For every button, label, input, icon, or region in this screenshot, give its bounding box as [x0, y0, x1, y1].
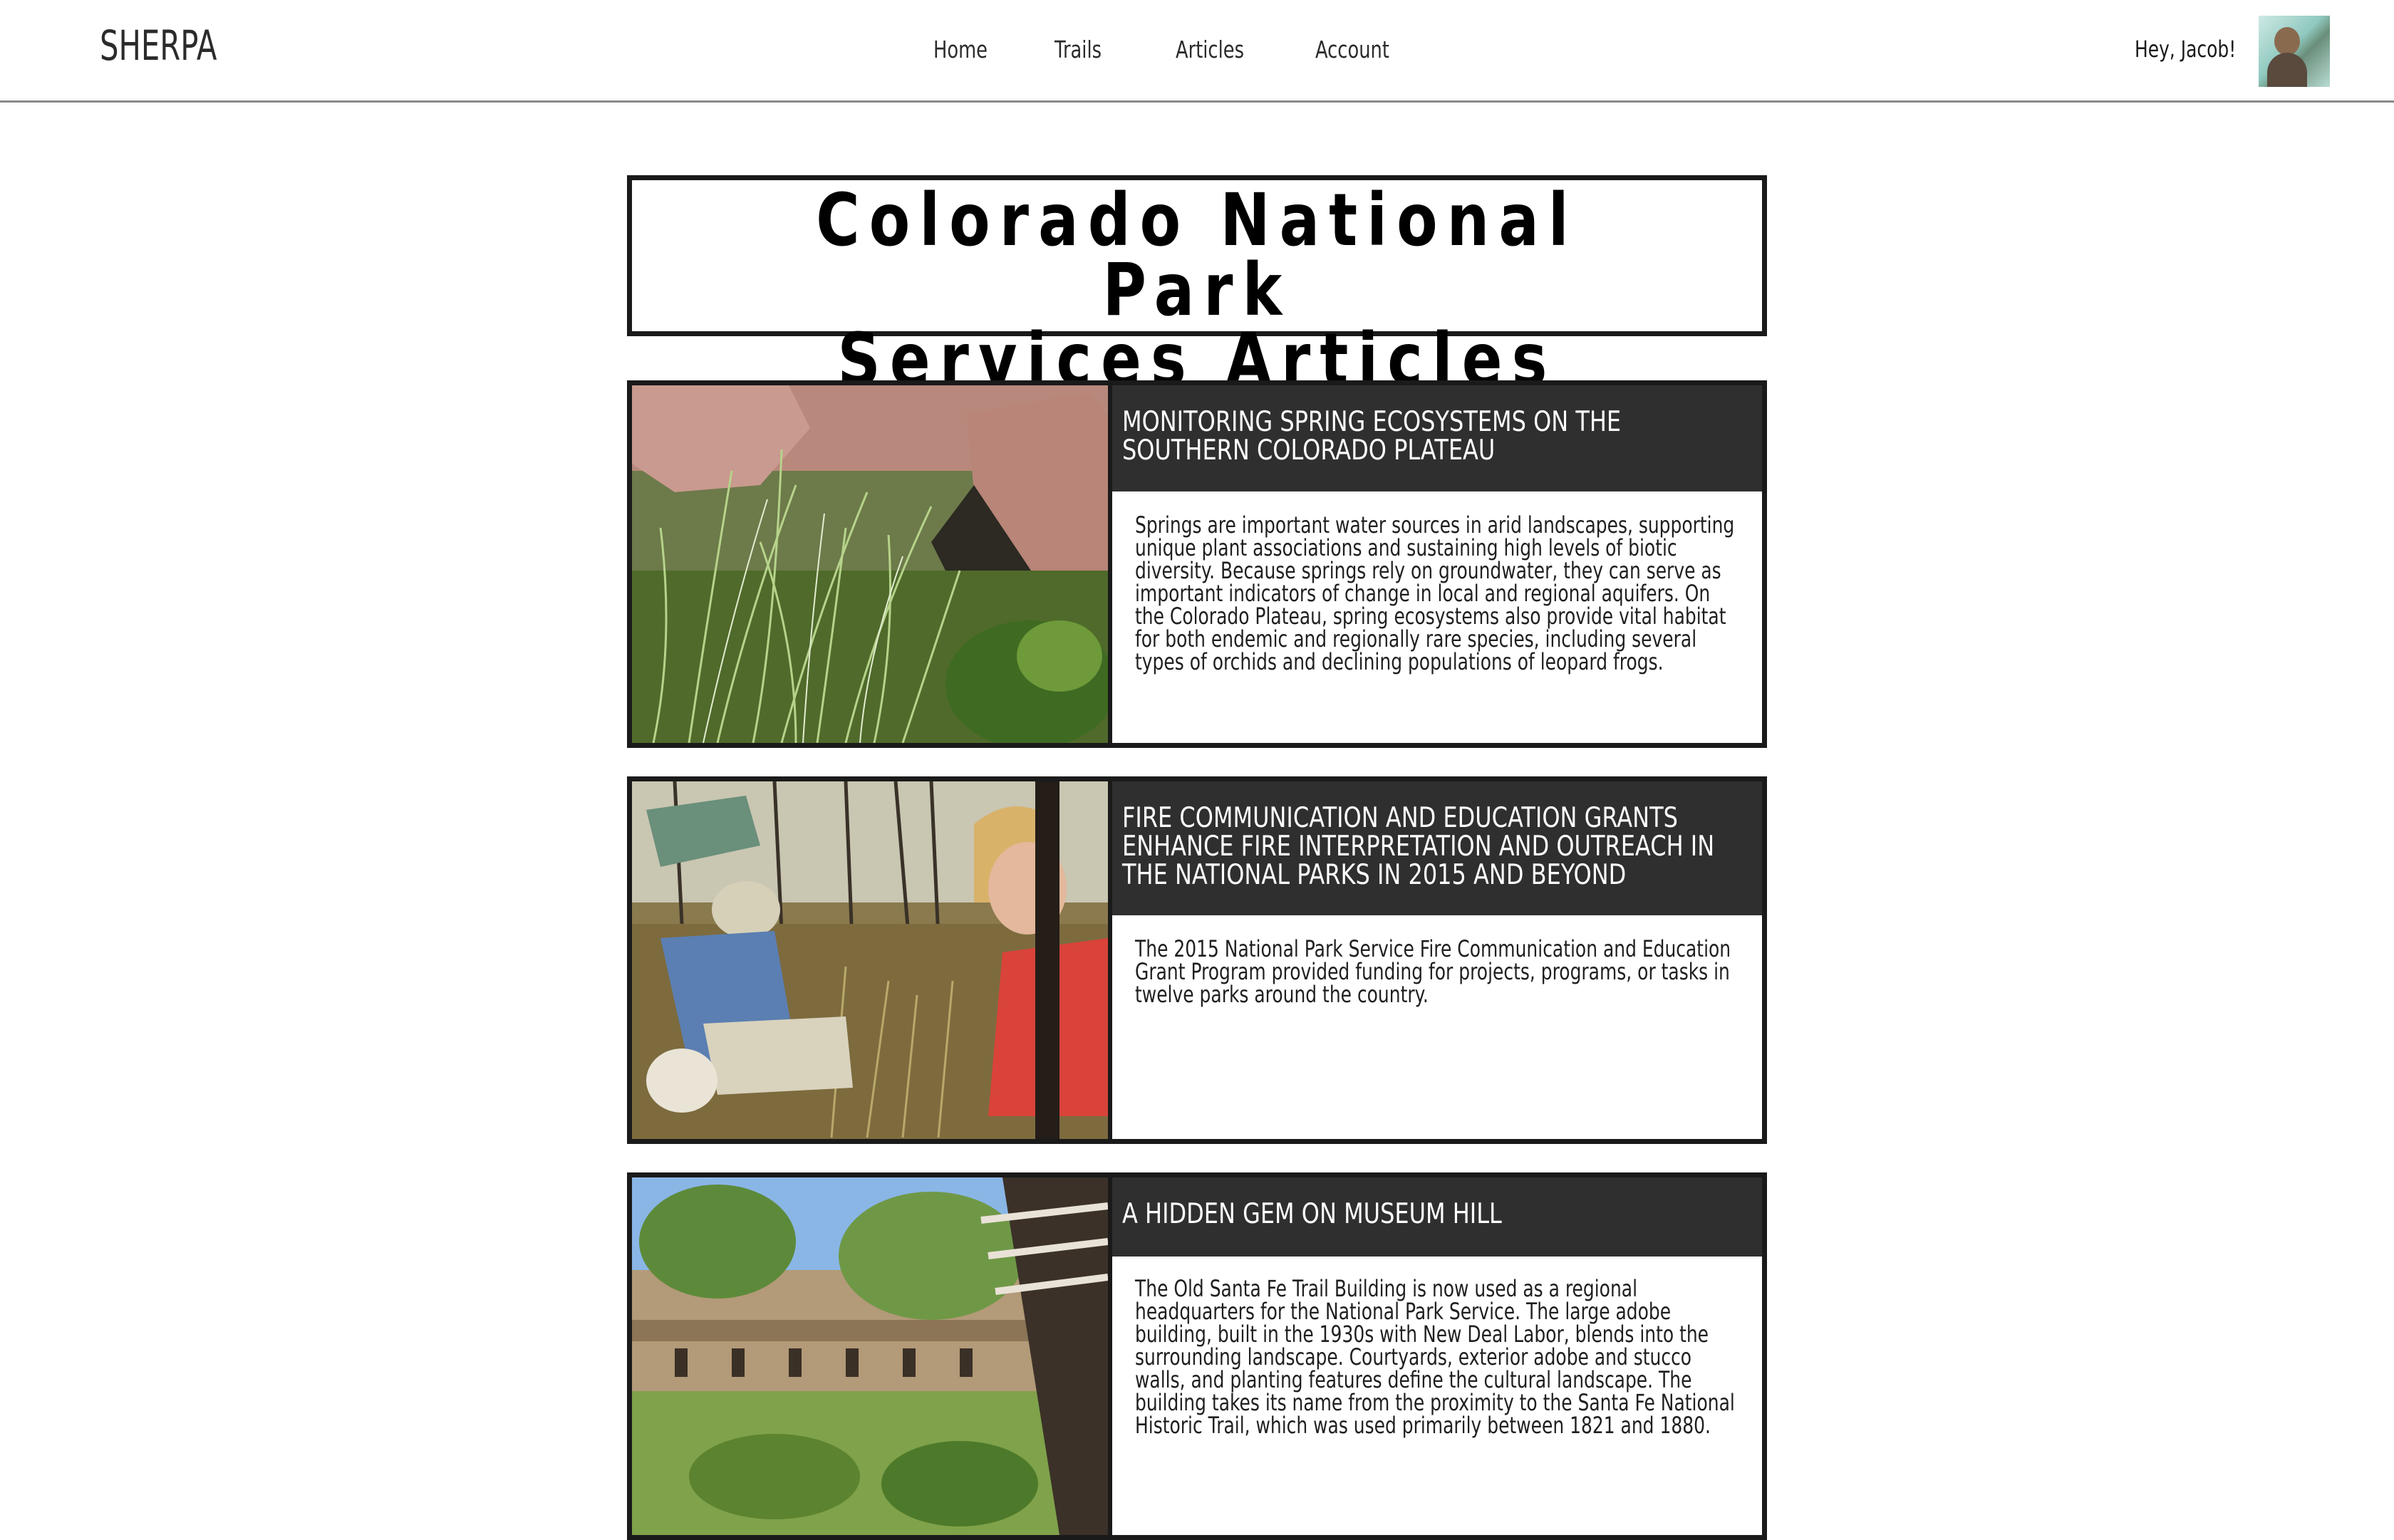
nav-home-link[interactable]: Home — [933, 36, 988, 63]
field-researchers-photo — [632, 781, 1108, 1139]
page-title-box: Colorado National Park Services Articles — [627, 175, 1767, 397]
article-card[interactable]: MONITORING SPRING ECOSYSTEMS ON THE SOUT… — [627, 380, 1767, 748]
brand-logo[interactable]: SHERPA — [100, 21, 217, 70]
article-title[interactable]: FIRE COMMUNICATION AND EDUCATION GRANTS … — [1122, 804, 1753, 890]
article-summary: Springs are important water sources in a… — [1135, 511, 1735, 675]
nav-trails-link[interactable]: Trails — [1054, 36, 1102, 63]
article-title[interactable]: MONITORING SPRING ECOSYSTEMS ON THE SOUT… — [1122, 408, 1753, 465]
nav-account-link[interactable]: Account — [1315, 36, 1389, 63]
user-avatar-icon[interactable] — [2259, 16, 2330, 87]
article-title[interactable]: A HIDDEN GEM ON MUSEUM HILL — [1122, 1200, 1753, 1229]
article-title-bar: A HIDDEN GEM ON MUSEUM HILL — [1112, 1177, 1762, 1257]
article-title-bar: FIRE COMMUNICATION AND EDUCATION GRANTS … — [1112, 781, 1762, 915]
user-greeting: Hey, Jacob! — [2135, 36, 2237, 63]
article-summary: The 2015 National Park Service Fire Comm… — [1135, 935, 1731, 1008]
nav-articles-link[interactable]: Articles — [1176, 36, 1244, 63]
spring-grass-rock-photo — [632, 385, 1108, 743]
article-summary: The Old Santa Fe Trail Building is now u… — [1135, 1275, 1735, 1439]
article-title-bar: MONITORING SPRING ECOSYSTEMS ON THE SOUT… — [1112, 385, 1762, 491]
page-title: Colorado National Park Services Articles — [734, 178, 1661, 397]
top-navbar: SHERPA Home Trails Articles Account Hey,… — [0, 0, 2394, 103]
adobe-building-courtyard-photo — [632, 1177, 1108, 1535]
page-title-line-1: Colorado National Park — [816, 178, 1578, 333]
article-card[interactable]: FIRE COMMUNICATION AND EDUCATION GRANTS … — [627, 776, 1767, 1144]
article-card[interactable]: A HIDDEN GEM ON MUSEUM HILL The Old Sant… — [627, 1172, 1767, 1540]
